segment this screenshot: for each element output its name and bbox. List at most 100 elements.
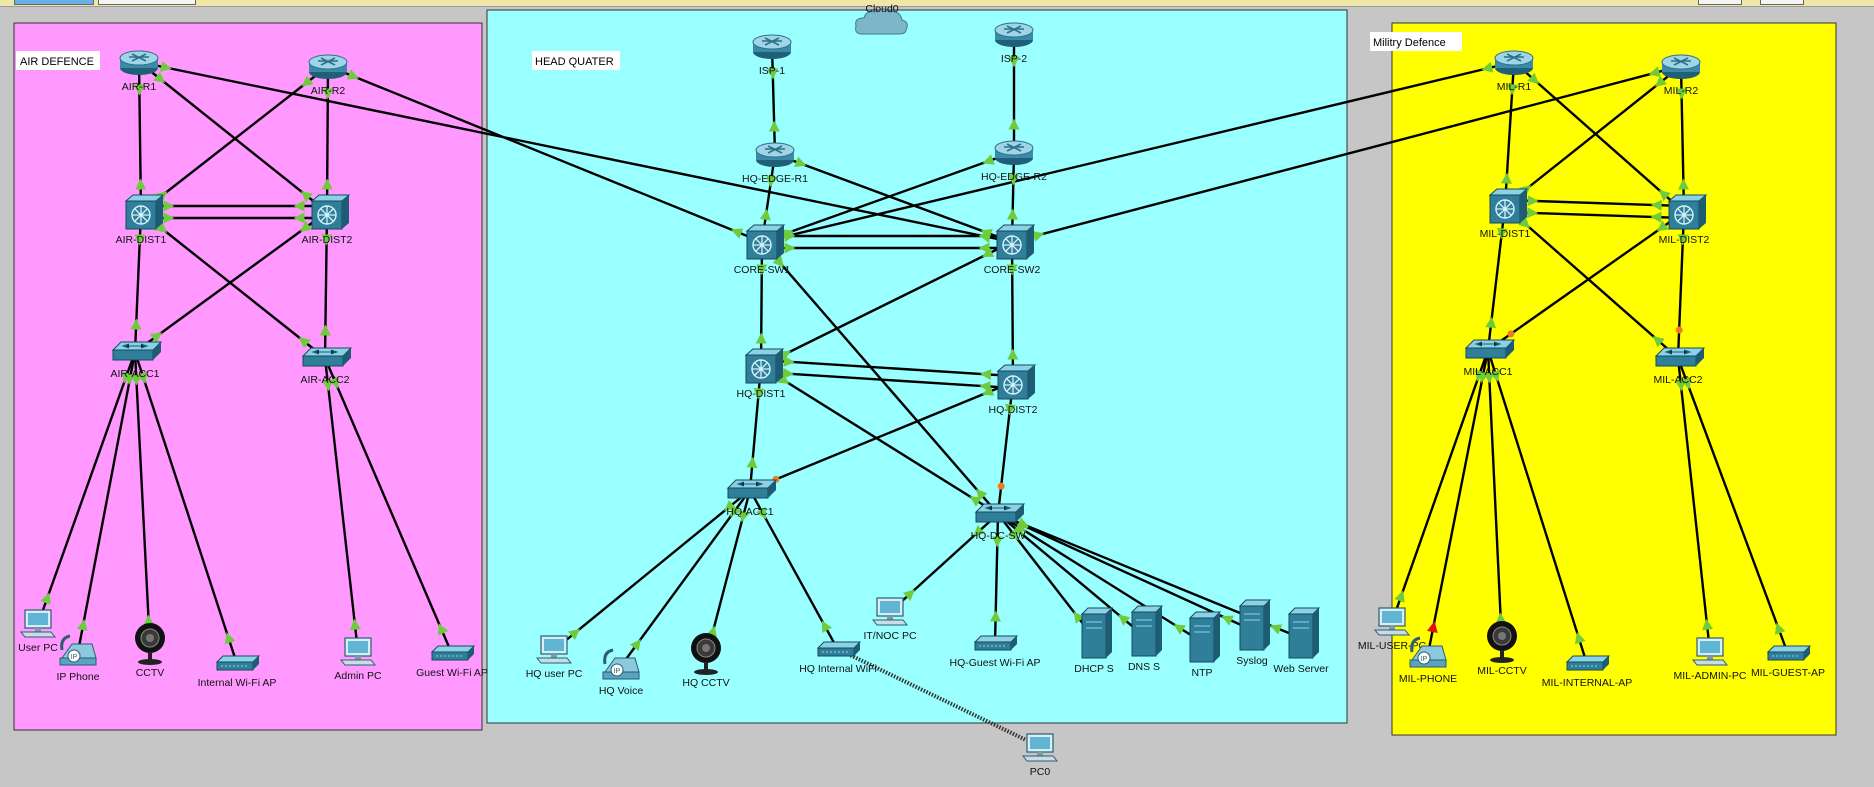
device-label: HQ-DIST1 (736, 388, 785, 400)
device-label: HQ Internal WiFi (799, 663, 877, 675)
server-icon[interactable] (1131, 605, 1163, 657)
router-icon[interactable] (994, 140, 1034, 166)
device-label: MIL-R2 (1664, 85, 1699, 97)
router-icon[interactable] (308, 54, 348, 80)
pc-icon[interactable] (1022, 733, 1058, 762)
device-syslog[interactable]: Syslog (1236, 599, 1271, 667)
switch-icon[interactable] (727, 479, 777, 499)
device-label: IT/NOC PC (863, 630, 917, 642)
router-icon[interactable] (1494, 50, 1534, 76)
device-label: MIL-PHONE (1399, 673, 1457, 685)
device-pc0[interactable]: PC0 (1022, 733, 1058, 778)
link-light-blocking (1675, 326, 1683, 334)
switch-icon[interactable] (1465, 339, 1515, 359)
link-light-blocking (1507, 330, 1515, 338)
pc-icon[interactable] (20, 609, 56, 638)
device-label: DHCP S (1074, 663, 1113, 675)
device-label: HQ Voice (599, 685, 644, 697)
device-label: ISP-2 (1001, 53, 1027, 65)
area-militry-defence (1391, 22, 1837, 736)
link-coresw1-hqdist1[interactable] (759, 241, 764, 367)
device-label: CCTV (136, 667, 165, 679)
device-label: MIL-ACC2 (1653, 374, 1702, 386)
device-label: Internal Wi-Fi AP (198, 677, 277, 689)
router-icon[interactable] (994, 22, 1034, 48)
device-cloud0[interactable]: Cloud0 (855, 3, 908, 35)
device-label: ISP-1 (759, 65, 785, 77)
device-label: CORE-SW2 (984, 264, 1041, 276)
ap-icon[interactable] (216, 655, 260, 671)
device-label: AIR-R1 (122, 81, 157, 93)
multilayer-icon[interactable] (997, 364, 1036, 400)
device-label: PC0 (1030, 766, 1051, 778)
multilayer-icon[interactable] (746, 224, 785, 260)
device-milr2[interactable]: MIL-R2 (1661, 54, 1701, 97)
ap-icon[interactable] (817, 641, 861, 657)
switch-icon[interactable] (112, 341, 162, 361)
device-label: HQ CCTV (682, 677, 729, 689)
device-label: Web Server (1273, 663, 1329, 675)
device-label: HQ-EDGE-R2 (981, 171, 1047, 183)
device-label: MIL-DIST2 (1659, 234, 1710, 246)
multilayer-icon[interactable] (311, 194, 350, 230)
device-label: AIR-R2 (311, 85, 346, 97)
device-label: HQ-Guest Wi-Fi AP (949, 657, 1040, 669)
router-icon[interactable] (1661, 54, 1701, 80)
server-icon[interactable] (1288, 607, 1320, 659)
device-label: MIL-USER-PC (1358, 640, 1427, 652)
link-coresw2-hqdist2[interactable] (1010, 241, 1015, 383)
server-icon[interactable] (1081, 607, 1113, 659)
device-label: HQ-DC-SW (971, 530, 1026, 542)
multilayer-icon[interactable] (1489, 188, 1528, 224)
device-airr1[interactable]: AIR-R1 (119, 50, 159, 93)
device-dnss[interactable]: DNS S (1128, 605, 1163, 673)
area-label-mil: Militry Defence (1373, 37, 1446, 49)
device-label: MIL-INTERNAL-AP (1542, 677, 1632, 689)
pc-icon[interactable] (1374, 607, 1410, 636)
device-label: HQ user PC (526, 668, 583, 680)
multilayer-icon[interactable] (125, 194, 164, 230)
device-label: MIL-ACC1 (1463, 366, 1512, 378)
switch-icon[interactable] (975, 503, 1025, 523)
device-label: AIR-DIST1 (116, 234, 167, 246)
pc-icon[interactable] (872, 597, 908, 626)
device-label: MIL-CCTV (1477, 665, 1527, 677)
device-milr1[interactable]: MIL-R1 (1494, 50, 1534, 93)
server-icon[interactable] (1189, 611, 1221, 663)
logical-workspace[interactable]: IP AIR DEFENCE HEAD QUATER (0, 0, 1874, 787)
pc-icon[interactable] (536, 635, 572, 664)
ap-icon[interactable] (1566, 655, 1610, 671)
pc-icon[interactable] (340, 637, 376, 666)
device-label: Admin PC (334, 670, 382, 682)
device-airr2[interactable]: AIR-R2 (308, 54, 348, 97)
ap-icon[interactable] (431, 645, 475, 661)
multilayer-icon[interactable] (745, 348, 784, 384)
ap-icon[interactable] (974, 635, 1018, 651)
device-label: Guest Wi-Fi AP (416, 667, 488, 679)
device-label: AIR-ACC1 (110, 368, 159, 380)
area-label-hq: HEAD QUATER (535, 56, 614, 68)
router-icon[interactable] (755, 142, 795, 168)
multilayer-icon[interactable] (1668, 194, 1707, 230)
device-label: NTP (1192, 667, 1213, 679)
server-icon[interactable] (1239, 599, 1271, 651)
multilayer-icon[interactable] (996, 224, 1035, 260)
device-label: HQ-ACC1 (726, 506, 773, 518)
device-label: Cloud0 (865, 3, 898, 15)
area-label-air: AIR DEFENCE (20, 56, 94, 68)
device-label: HQ-DIST2 (988, 404, 1037, 416)
link-light-blocking (997, 482, 1005, 490)
switch-icon[interactable] (302, 347, 352, 367)
device-label: MIL-DIST1 (1480, 228, 1531, 240)
device-label: AIR-ACC2 (300, 374, 349, 386)
device-label: MIL-R1 (1497, 81, 1532, 93)
device-label: IP Phone (56, 671, 99, 683)
device-label: CORE-SW1 (734, 264, 791, 276)
router-icon[interactable] (119, 50, 159, 76)
device-label: Syslog (1236, 655, 1268, 667)
router-icon[interactable] (752, 34, 792, 60)
pc-icon[interactable] (1692, 637, 1728, 666)
device-label: MIL-ADMIN-PC (1674, 670, 1747, 682)
switch-icon[interactable] (1655, 347, 1705, 367)
ap-icon[interactable] (1767, 645, 1811, 661)
